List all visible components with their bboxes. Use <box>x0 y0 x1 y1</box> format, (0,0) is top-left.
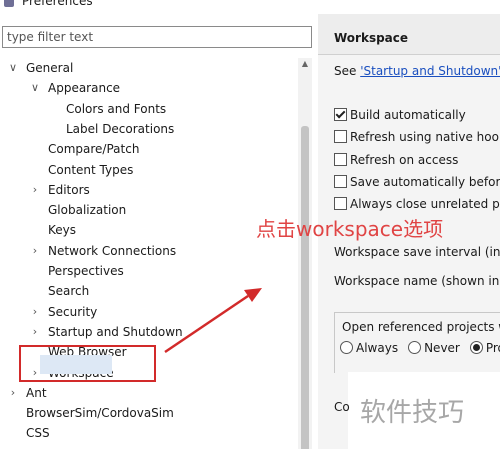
title-bar: Preferences <box>0 0 500 14</box>
workspace-name-label: Workspace name (shown in w <box>334 274 500 288</box>
tree-item-label: Label Decorations <box>66 121 175 136</box>
radio-option[interactable]: Always <box>340 341 398 355</box>
save-interval-label: Workspace save interval (in m <box>334 245 500 259</box>
chevron-right-icon[interactable]: › <box>8 444 18 449</box>
tree-item-label: Colors and Fonts <box>66 101 167 116</box>
tree-item-network-connections[interactable]: › Network Connections <box>0 241 296 261</box>
tree-item-label: Keys <box>48 223 77 238</box>
checkbox-unchecked-icon[interactable] <box>334 130 347 143</box>
tree-item-label: Data Management <box>26 444 138 449</box>
open-projects-radios: Always Never Pro <box>340 341 500 355</box>
tree-item-css[interactable]: CSS <box>0 423 296 443</box>
tree-item-general[interactable]: ∨ General <box>0 58 296 78</box>
checkbox-label: Refresh using native hooks <box>350 130 500 144</box>
checkbox-unchecked-icon[interactable] <box>334 197 347 210</box>
tree-item-label: Compare/Patch <box>48 142 140 157</box>
tree-item-content-types[interactable]: Content Types <box>0 160 296 180</box>
tree-item-ant[interactable]: › Ant <box>0 383 296 403</box>
preferences-app-icon <box>4 0 14 7</box>
watermark-text: 软件技巧 <box>360 398 465 428</box>
radio-label: Pro <box>485 341 500 355</box>
chevron-down-icon[interactable]: ∨ <box>30 78 40 98</box>
radio-unselected-icon[interactable] <box>408 341 422 354</box>
radio-option[interactable]: Never <box>408 341 460 355</box>
scroll-thumb[interactable] <box>301 126 309 449</box>
checkbox-row[interactable]: Save automatically before b <box>334 173 500 191</box>
chevron-right-icon[interactable]: › <box>30 302 40 322</box>
tree-item-label: Security <box>48 304 98 319</box>
tree-item-label: Startup and Shutdown <box>48 324 183 339</box>
checkbox-row[interactable]: Build automatically <box>334 106 466 124</box>
chevron-right-icon[interactable]: › <box>30 241 40 261</box>
checkbox-row[interactable]: Refresh using native hooks <box>334 128 500 146</box>
checkbox-label: Build automatically <box>350 108 466 122</box>
tree-item-label: Search <box>48 284 90 299</box>
tree-item-label: General <box>26 61 74 75</box>
tree-item-search[interactable]: Search <box>0 281 296 301</box>
tree-item-label-decorations[interactable]: Label Decorations <box>0 119 296 139</box>
radio-option[interactable]: Pro <box>469 341 500 355</box>
tree-item-label: CSS <box>26 426 50 441</box>
tree-item-compare-patch[interactable]: Compare/Patch <box>0 139 296 159</box>
chevron-right-icon[interactable]: › <box>8 383 18 403</box>
tree-item-label: Appearance <box>48 81 121 96</box>
filter-input[interactable] <box>2 26 312 48</box>
tree-item-data-management[interactable]: › Data Management <box>0 444 296 449</box>
tree-item-editors[interactable]: › Editors <box>0 180 296 200</box>
checkbox-label: Save automatically before b <box>350 175 500 189</box>
window-title: Preferences <box>22 0 93 8</box>
tree-item-browsersim-cordovasim[interactable]: BrowserSim/CordovaSim <box>0 403 296 423</box>
tree-item-label: Perspectives <box>48 264 124 278</box>
radio-label: Always <box>356 341 399 355</box>
startup-shutdown-link[interactable]: 'Startup and Shutdown' <box>360 64 500 78</box>
header-divider <box>318 54 500 55</box>
tree-item-label: Globalization <box>48 203 127 218</box>
checkbox-unchecked-icon[interactable] <box>334 153 347 166</box>
see-startup-line: See 'Startup and Shutdown' fo <box>334 64 500 78</box>
co-label: Co <box>334 400 350 414</box>
tree-item-label: Ant <box>26 385 47 400</box>
tree-item-label: Editors <box>48 182 90 197</box>
tree-item-globalization[interactable]: Globalization <box>0 200 296 220</box>
chevron-down-icon[interactable]: ∨ <box>8 58 18 78</box>
workspace-highlight-box <box>19 345 156 382</box>
tree-item-security[interactable]: › Security <box>0 302 296 322</box>
tree-scrollbar[interactable]: ▲ <box>298 58 312 449</box>
radio-label: Never <box>424 341 460 355</box>
checkbox-row[interactable]: Refresh on access <box>334 151 458 169</box>
checkbox-checked-icon[interactable] <box>334 108 347 121</box>
tree-item-label: Content Types <box>48 162 134 177</box>
tree-item-startup-and-shutdown[interactable]: › Startup and Shutdown <box>0 322 296 342</box>
preferences-tree: ∨ General ∨ Appearance Colors and Fonts Label… <box>0 58 296 449</box>
tree-item-label: BrowserSim/CordovaSim <box>26 406 174 421</box>
radio-unselected-icon[interactable] <box>340 341 353 354</box>
chevron-right-icon[interactable]: › <box>30 180 40 200</box>
open-projects-label: Open referenced projects w <box>342 320 500 334</box>
chevron-right-icon[interactable]: › <box>30 322 40 342</box>
tree-item-appearance[interactable]: ∨ Appearance <box>0 78 296 98</box>
checkbox-label: Refresh on access <box>350 153 459 167</box>
tree-item-perspectives[interactable]: Perspectives <box>0 261 296 281</box>
scroll-up-icon[interactable]: ▲ <box>298 58 312 70</box>
checkbox-row[interactable]: Always close unrelated pro <box>334 195 500 213</box>
tree-item-colors-and-fonts[interactable]: Colors and Fonts <box>0 99 296 119</box>
radio-selected-icon[interactable] <box>469 341 483 354</box>
annotation-text: 点击workspace选项 <box>256 217 444 241</box>
page-header: Workspace <box>318 14 500 54</box>
tree-item-label: Network Connections <box>48 243 177 258</box>
page-title: Workspace <box>334 31 409 45</box>
checkbox-label: Always close unrelated pro <box>350 197 500 211</box>
tree-item-keys[interactable]: Keys <box>0 220 296 240</box>
checkbox-unchecked-icon[interactable] <box>334 175 347 188</box>
